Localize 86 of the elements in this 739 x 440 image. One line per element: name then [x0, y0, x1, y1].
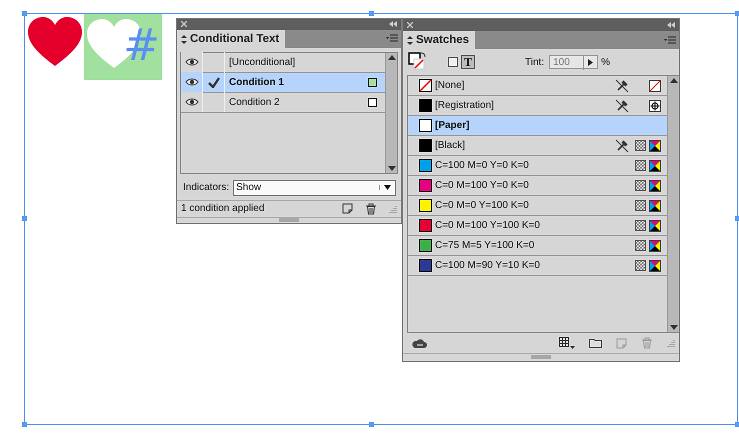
- swatch-row[interactable]: [Black]: [408, 136, 667, 156]
- swatch-row[interactable]: C=0 M=100 Y=100 K=0: [408, 216, 667, 236]
- drag-grip-icon[interactable]: [279, 218, 299, 222]
- frame-handle[interactable]: [369, 11, 374, 16]
- indicators-label: Indicators:: [183, 181, 230, 196]
- spot-tint-icon: [635, 200, 646, 211]
- swatch-name: C=0 M=100 Y=100 K=0: [434, 219, 541, 233]
- cmyk-icon: [649, 240, 661, 252]
- grid-view-icon[interactable]: [559, 337, 575, 349]
- trash-icon[interactable]: [365, 202, 377, 215]
- cmyk-icon: [649, 200, 661, 212]
- swatch-name: C=75 M=5 Y=100 K=0: [434, 239, 536, 253]
- new-item-icon[interactable]: [342, 203, 353, 214]
- spot-tint-icon: [635, 240, 646, 251]
- scrollbar[interactable]: [385, 52, 397, 173]
- cloud-icon[interactable]: [411, 338, 427, 348]
- swatch-row[interactable]: C=75 M=5 Y=100 K=0: [408, 236, 667, 256]
- condition-row[interactable]: Condition 2: [181, 92, 385, 113]
- swatch-name: [Registration]: [434, 99, 495, 113]
- collapse-icon[interactable]: [667, 22, 675, 28]
- cmyk-icon: [649, 160, 661, 172]
- panel-tab[interactable]: Conditional Text: [177, 30, 286, 48]
- close-icon[interactable]: [181, 21, 187, 28]
- scroll-up-icon[interactable]: [388, 54, 396, 60]
- resize-grip-icon[interactable]: [389, 204, 397, 213]
- percent-label: %: [601, 56, 610, 70]
- swatch-name: [Paper]: [434, 119, 470, 133]
- fill-stroke-icon[interactable]: [408, 52, 426, 72]
- frame-handle[interactable]: [735, 216, 739, 221]
- swatch-name: C=0 M=0 Y=100 K=0: [434, 199, 530, 213]
- scrollbar[interactable]: [667, 76, 679, 332]
- text-format-button[interactable]: T: [461, 55, 476, 69]
- swatch-name: C=100 M=0 Y=0 K=0: [434, 159, 530, 173]
- spot-tint-icon: [635, 140, 646, 151]
- swatch-row[interactable]: C=0 M=100 Y=0 K=0: [408, 176, 667, 196]
- scroll-down-icon[interactable]: [670, 325, 678, 330]
- cmyk-icon: [649, 140, 661, 152]
- swatch-row[interactable]: [Paper]: [408, 116, 667, 136]
- spot-tint-icon: [635, 260, 646, 271]
- swatch-row[interactable]: [None]: [408, 76, 667, 96]
- spot-tint-icon: [635, 220, 646, 231]
- swatch-row[interactable]: C=100 M=90 Y=10 K=0: [408, 256, 667, 276]
- swatch-row[interactable]: C=0 M=0 Y=100 K=0: [408, 196, 667, 216]
- cmyk-icon: [649, 180, 661, 192]
- spot-tint-icon: [635, 160, 646, 171]
- collapse-icon[interactable]: [389, 21, 397, 28]
- cmyk-icon: [649, 220, 661, 232]
- tint-field[interactable]: 100: [549, 55, 598, 69]
- swatch-name: [None]: [434, 79, 466, 93]
- close-icon[interactable]: [407, 22, 413, 28]
- condition-name: Condition 1: [228, 76, 285, 90]
- panel-menu-icon: [664, 36, 676, 44]
- drag-grip-icon[interactable]: [531, 355, 551, 359]
- indicators-dropdown[interactable]: Show: [233, 180, 396, 196]
- updown-icon: [407, 36, 413, 45]
- play-icon: [588, 58, 594, 66]
- cmyk-icon: [649, 260, 661, 272]
- swatch-name: [Black]: [434, 139, 466, 153]
- frame-handle[interactable]: [735, 422, 739, 427]
- frame-handle[interactable]: [735, 11, 739, 16]
- none-swatch-icon: [419, 79, 432, 92]
- swatch-name: C=0 M=100 Y=0 K=0: [434, 179, 530, 193]
- spot-tint-icon: [635, 180, 646, 191]
- resize-grip-icon[interactable]: [667, 339, 675, 347]
- container-icon[interactable]: [448, 57, 458, 67]
- caret-icon: [384, 185, 391, 190]
- panel-tab[interactable]: Swatches: [403, 31, 476, 49]
- panel-menu-icon: [386, 34, 398, 44]
- scroll-down-icon[interactable]: [388, 166, 396, 171]
- status-text: 1 condition applied: [181, 202, 266, 216]
- registration-mark-icon: [649, 100, 661, 112]
- swatch-row[interactable]: C=100 M=0 Y=0 K=0: [408, 156, 667, 176]
- scroll-up-icon[interactable]: [670, 78, 678, 83]
- frame-handle[interactable]: [22, 422, 27, 427]
- condition-name: Condition 2: [228, 96, 281, 110]
- frame-handle[interactable]: [369, 422, 374, 427]
- condition-row[interactable]: Condition 1: [181, 72, 385, 93]
- frame-handle[interactable]: [22, 216, 27, 221]
- condition-name: [Unconditional]: [228, 56, 296, 70]
- swatch-name: C=100 M=90 Y=10 K=0: [434, 259, 541, 273]
- tint-label: Tint:: [525, 56, 544, 70]
- updown-icon: [181, 34, 187, 44]
- text-frame[interactable]: [24, 13, 738, 425]
- folder-icon[interactable]: [589, 338, 602, 348]
- none-mode-icon: [649, 80, 661, 92]
- frame-handle[interactable]: [22, 11, 27, 16]
